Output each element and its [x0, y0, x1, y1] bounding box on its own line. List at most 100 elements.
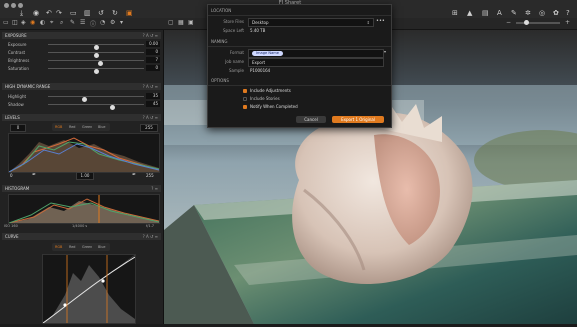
pin-icon[interactable]: ⌖	[50, 19, 53, 27]
levels-header[interactable]: LEVELS ? A ↺ ≡	[2, 114, 161, 121]
compare-icon[interactable]: ▤	[482, 9, 489, 17]
include-stories-checkbox[interactable]	[243, 97, 247, 101]
details-icon[interactable]: ☰	[80, 19, 85, 26]
slider-brightness[interactable]: Brightness 7	[4, 57, 160, 66]
undo-icon[interactable]: ↶	[46, 9, 52, 17]
slider-value[interactable]: 0.00	[146, 41, 160, 47]
slider-track[interactable]	[48, 60, 144, 66]
text-icon[interactable]: A	[497, 9, 502, 17]
folder-icon[interactable]: ▭	[70, 9, 77, 17]
levels-out-low[interactable]: 0	[10, 173, 13, 178]
hdr-header[interactable]: HIGH DYNAMIC RANGE ? A ↺ ≡	[2, 83, 161, 90]
adjust-tab-icon[interactable]: ◉	[30, 19, 35, 26]
eyedropper-black-icon[interactable]: ✒	[32, 172, 36, 178]
levels-out-high[interactable]: 255	[146, 173, 154, 178]
info-icon[interactable]: ⓘ	[90, 19, 96, 28]
gear-icon[interactable]: ✲	[525, 9, 531, 17]
slider-contrast[interactable]: Contrast 0	[4, 49, 160, 58]
zoom-in-icon[interactable]: +	[565, 19, 570, 26]
store-files-select[interactable]: Desktop ⇕	[248, 18, 374, 27]
zoom-slider[interactable]	[516, 20, 560, 25]
tab-red[interactable]: Red	[69, 125, 75, 129]
include-adjustments-checkbox[interactable]	[243, 89, 247, 93]
rotate-right-icon[interactable]: ↻	[112, 9, 118, 17]
exposure-header[interactable]: EXPOSURE ? A ↺ ≡	[2, 32, 161, 39]
import-icon[interactable]: ⤓	[20, 9, 23, 18]
window-minimize-button[interactable]	[11, 3, 16, 8]
grid-icon[interactable]: ⊞	[452, 9, 458, 17]
lens-icon[interactable]: ◐	[40, 19, 45, 26]
section-controls-icon[interactable]: ? A ↺ ≡	[143, 83, 158, 90]
job-name-field[interactable]: Export	[248, 58, 384, 67]
metadata-icon[interactable]: ◔	[100, 19, 105, 26]
tab-blue[interactable]: Blue	[98, 245, 106, 249]
search-icon[interactable]: ⌕	[60, 19, 63, 27]
viewer-compare-icon[interactable]: ▣	[188, 19, 194, 26]
slider-exposure[interactable]: Exposure 0.00	[4, 41, 160, 50]
tab-rgb[interactable]: RGB	[55, 125, 62, 129]
levels-input-low[interactable]: 0	[10, 124, 26, 132]
layers-icon[interactable]: ◈	[21, 19, 26, 26]
section-controls-icon[interactable]: ? A ↺ ≡	[143, 32, 158, 39]
more-icon[interactable]: ▾	[120, 19, 123, 26]
tab-rgb[interactable]: RGB	[55, 245, 62, 249]
slider-track[interactable]	[48, 68, 144, 74]
slider-value[interactable]: 35	[146, 93, 160, 99]
brush-icon[interactable]: ✎	[511, 9, 517, 17]
cancel-button[interactable]: Cancel	[296, 116, 326, 123]
slider-knob[interactable]	[110, 105, 115, 110]
slider-shadow[interactable]: Shadow 45	[4, 101, 160, 110]
zoom-slider-knob[interactable]	[524, 20, 529, 25]
batch-icon[interactable]: ⚙	[110, 19, 115, 26]
viewer-grid-icon[interactable]: ▦	[178, 19, 184, 26]
tab-green[interactable]: Green	[82, 125, 92, 129]
levels-gamma-input[interactable]: 1.00	[76, 172, 94, 180]
notify-when-completed-checkbox[interactable]	[243, 105, 247, 109]
help-icon[interactable]: ?	[566, 9, 570, 17]
export-button[interactable]: Export 1 Original	[332, 116, 384, 123]
curve-graph[interactable]	[42, 254, 136, 324]
trash-icon[interactable]: ▥	[84, 9, 91, 17]
crop-icon[interactable]: ▣	[126, 9, 133, 17]
capture-icon[interactable]: ◫	[12, 19, 18, 26]
zoom-out-icon[interactable]: −	[506, 19, 511, 26]
library-icon[interactable]: ▭	[3, 19, 9, 26]
slider-knob[interactable]	[94, 69, 99, 74]
window-zoom-button[interactable]	[18, 3, 23, 8]
slider-track[interactable]	[48, 104, 144, 110]
tab-green[interactable]: Green	[82, 245, 92, 249]
slider-track[interactable]	[48, 96, 144, 102]
viewer-single-icon[interactable]: ▢	[168, 19, 174, 26]
format-options-icon[interactable]: ▾	[384, 49, 386, 54]
levels-graph[interactable]	[8, 133, 160, 173]
slider-saturation[interactable]: Saturation 0	[4, 65, 160, 74]
section-controls-icon[interactable]: ? A ↺ ≡	[143, 114, 158, 121]
slider-track[interactable]	[48, 52, 144, 58]
slider-value[interactable]: 7	[146, 57, 160, 63]
eyedropper-white-icon[interactable]: ✒	[132, 172, 136, 178]
slider-highlight[interactable]: Highlight 35	[4, 93, 160, 102]
redo-icon[interactable]: ↷	[56, 9, 62, 17]
slider-value[interactable]: 45	[146, 101, 160, 107]
window-close-button[interactable]	[4, 3, 9, 8]
warning-icon[interactable]: ▲	[467, 9, 472, 17]
slider-value[interactable]: 0	[146, 49, 160, 55]
pen-icon[interactable]: ✎	[70, 19, 75, 26]
section-controls-icon[interactable]: ? ≡	[151, 185, 158, 192]
settings-icon[interactable]: ✿	[553, 9, 559, 17]
histogram-header[interactable]: HISTOGRAM ? ≡	[2, 185, 161, 192]
slider-track[interactable]	[48, 44, 144, 50]
levels-input-high[interactable]: 255	[140, 124, 158, 132]
slider-value[interactable]: 0	[146, 65, 160, 71]
tab-red[interactable]: Red	[69, 245, 75, 249]
export-icon[interactable]: ◎	[539, 9, 545, 17]
curve-header[interactable]: CURVE ? A ↺ ≡	[2, 233, 161, 240]
rotate-left-icon[interactable]: ↺	[98, 9, 104, 17]
tab-blue[interactable]: Blue	[98, 125, 106, 129]
more-options-icon[interactable]: •••	[376, 18, 385, 24]
format-token[interactable]: Image Name	[252, 51, 283, 56]
format-field[interactable]: Image Name	[248, 49, 384, 58]
section-controls-icon[interactable]: ? A ↺ ≡	[143, 233, 158, 240]
camera-icon[interactable]: ◉	[33, 9, 39, 17]
chevron-updown-icon: ⇕	[366, 20, 370, 25]
